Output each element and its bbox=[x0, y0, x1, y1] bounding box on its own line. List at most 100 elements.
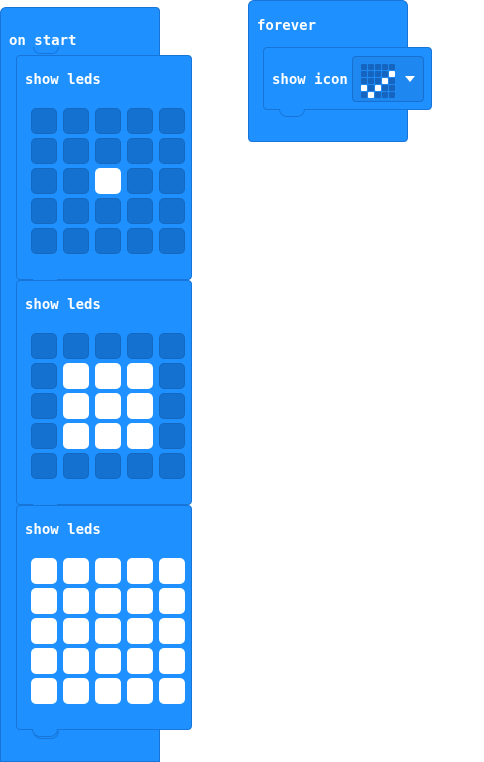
show-leds-block-3[interactable]: show leds bbox=[16, 505, 192, 730]
led-cell-r2-c4[interactable] bbox=[159, 618, 185, 644]
led-cell-r2-c2[interactable] bbox=[95, 393, 121, 419]
led-cell-r0-c0[interactable] bbox=[31, 558, 57, 584]
led-cell-r3-c2[interactable] bbox=[95, 198, 121, 224]
show-leds-block-1[interactable]: show leds bbox=[16, 55, 192, 280]
led-cell-r2-c2[interactable] bbox=[95, 618, 121, 644]
led-cell-r3-c2[interactable] bbox=[95, 648, 121, 674]
icon-pixel bbox=[368, 71, 374, 77]
icon-pixel bbox=[368, 92, 374, 98]
led-cell-r2-c1[interactable] bbox=[63, 618, 89, 644]
icon-pixel bbox=[382, 85, 388, 91]
led-cell-r2-c3[interactable] bbox=[127, 393, 153, 419]
led-cell-r1-c3[interactable] bbox=[127, 588, 153, 614]
led-cell-r2-c0[interactable] bbox=[31, 618, 57, 644]
led-cell-r2-c0[interactable] bbox=[31, 393, 57, 419]
icon-pixel bbox=[389, 71, 395, 77]
led-cell-r2-c0[interactable] bbox=[31, 168, 57, 194]
led-cell-r2-c1[interactable] bbox=[63, 393, 89, 419]
led-cell-r0-c3[interactable] bbox=[127, 333, 153, 359]
led-cell-r3-c0[interactable] bbox=[31, 423, 57, 449]
led-cell-r1-c4[interactable] bbox=[159, 363, 185, 389]
led-cell-r1-c0[interactable] bbox=[31, 588, 57, 614]
led-cell-r0-c1[interactable] bbox=[63, 333, 89, 359]
led-cell-r1-c3[interactable] bbox=[127, 363, 153, 389]
show-leds-label: show leds bbox=[25, 297, 101, 313]
led-cell-r4-c2[interactable] bbox=[95, 453, 121, 479]
show-leds-block-2[interactable]: show leds bbox=[16, 280, 192, 505]
led-cell-r0-c0[interactable] bbox=[31, 108, 57, 134]
icon-pixel bbox=[382, 64, 388, 70]
icon-pixel bbox=[368, 64, 374, 70]
led-cell-r4-c2[interactable] bbox=[95, 228, 121, 254]
led-cell-r0-c1[interactable] bbox=[63, 108, 89, 134]
led-cell-r3-c0[interactable] bbox=[31, 648, 57, 674]
led-cell-r1-c0[interactable] bbox=[31, 363, 57, 389]
led-cell-r1-c4[interactable] bbox=[159, 138, 185, 164]
led-cell-r3-c4[interactable] bbox=[159, 198, 185, 224]
show-icon-label: show icon bbox=[272, 72, 348, 88]
led-cell-r3-c4[interactable] bbox=[159, 648, 185, 674]
led-cell-r2-c3[interactable] bbox=[127, 618, 153, 644]
led-cell-r4-c1[interactable] bbox=[63, 453, 89, 479]
block-bottom-notch bbox=[32, 729, 58, 737]
led-cell-r4-c0[interactable] bbox=[31, 453, 57, 479]
led-cell-r2-c1[interactable] bbox=[63, 168, 89, 194]
led-cell-r1-c2[interactable] bbox=[95, 588, 121, 614]
led-cell-r4-c0[interactable] bbox=[31, 678, 57, 704]
led-cell-r3-c1[interactable] bbox=[63, 648, 89, 674]
icon-dropdown[interactable] bbox=[352, 56, 424, 102]
led-cell-r1-c1[interactable] bbox=[63, 138, 89, 164]
led-cell-r0-c4[interactable] bbox=[159, 333, 185, 359]
icon-pixel bbox=[389, 85, 395, 91]
led-cell-r3-c0[interactable] bbox=[31, 198, 57, 224]
icon-pixel bbox=[361, 78, 367, 84]
led-cell-r0-c4[interactable] bbox=[159, 558, 185, 584]
led-cell-r3-c1[interactable] bbox=[63, 423, 89, 449]
icon-pixel bbox=[375, 92, 381, 98]
led-cell-r0-c0[interactable] bbox=[31, 333, 57, 359]
icon-pixel bbox=[361, 85, 367, 91]
led-cell-r0-c2[interactable] bbox=[95, 558, 121, 584]
led-cell-r1-c2[interactable] bbox=[95, 363, 121, 389]
statement-notch bbox=[33, 47, 59, 54]
led-cell-r1-c1[interactable] bbox=[63, 363, 89, 389]
icon-pixel bbox=[361, 64, 367, 70]
led-cell-r3-c3[interactable] bbox=[127, 648, 153, 674]
led-cell-r1-c2[interactable] bbox=[95, 138, 121, 164]
block-bottom-notch bbox=[279, 109, 305, 117]
led-cell-r1-c3[interactable] bbox=[127, 138, 153, 164]
led-cell-r4-c4[interactable] bbox=[159, 678, 185, 704]
led-cell-r0-c3[interactable] bbox=[127, 558, 153, 584]
led-cell-r3-c4[interactable] bbox=[159, 423, 185, 449]
led-cell-r3-c2[interactable] bbox=[95, 423, 121, 449]
led-cell-r1-c1[interactable] bbox=[63, 588, 89, 614]
led-cell-r4-c4[interactable] bbox=[159, 228, 185, 254]
show-icon-block[interactable]: show icon bbox=[263, 47, 432, 110]
led-cell-r1-c0[interactable] bbox=[31, 138, 57, 164]
icon-pixel bbox=[389, 92, 395, 98]
led-cell-r4-c3[interactable] bbox=[127, 453, 153, 479]
led-cell-r3-c3[interactable] bbox=[127, 198, 153, 224]
led-cell-r0-c2[interactable] bbox=[95, 108, 121, 134]
led-cell-r4-c3[interactable] bbox=[127, 228, 153, 254]
icon-pixel bbox=[375, 71, 381, 77]
show-leds-label: show leds bbox=[25, 522, 101, 538]
led-cell-r4-c1[interactable] bbox=[63, 678, 89, 704]
led-cell-r4-c4[interactable] bbox=[159, 453, 185, 479]
led-cell-r4-c1[interactable] bbox=[63, 228, 89, 254]
led-cell-r4-c0[interactable] bbox=[31, 228, 57, 254]
led-cell-r2-c2[interactable] bbox=[95, 168, 121, 194]
icon-pixel bbox=[382, 71, 388, 77]
led-cell-r3-c3[interactable] bbox=[127, 423, 153, 449]
led-cell-r2-c3[interactable] bbox=[127, 168, 153, 194]
led-cell-r2-c4[interactable] bbox=[159, 393, 185, 419]
led-cell-r4-c3[interactable] bbox=[127, 678, 153, 704]
led-cell-r4-c2[interactable] bbox=[95, 678, 121, 704]
led-cell-r0-c2[interactable] bbox=[95, 333, 121, 359]
led-cell-r3-c1[interactable] bbox=[63, 198, 89, 224]
led-cell-r2-c4[interactable] bbox=[159, 168, 185, 194]
led-cell-r0-c1[interactable] bbox=[63, 558, 89, 584]
led-cell-r0-c4[interactable] bbox=[159, 108, 185, 134]
led-cell-r1-c4[interactable] bbox=[159, 588, 185, 614]
led-cell-r0-c3[interactable] bbox=[127, 108, 153, 134]
